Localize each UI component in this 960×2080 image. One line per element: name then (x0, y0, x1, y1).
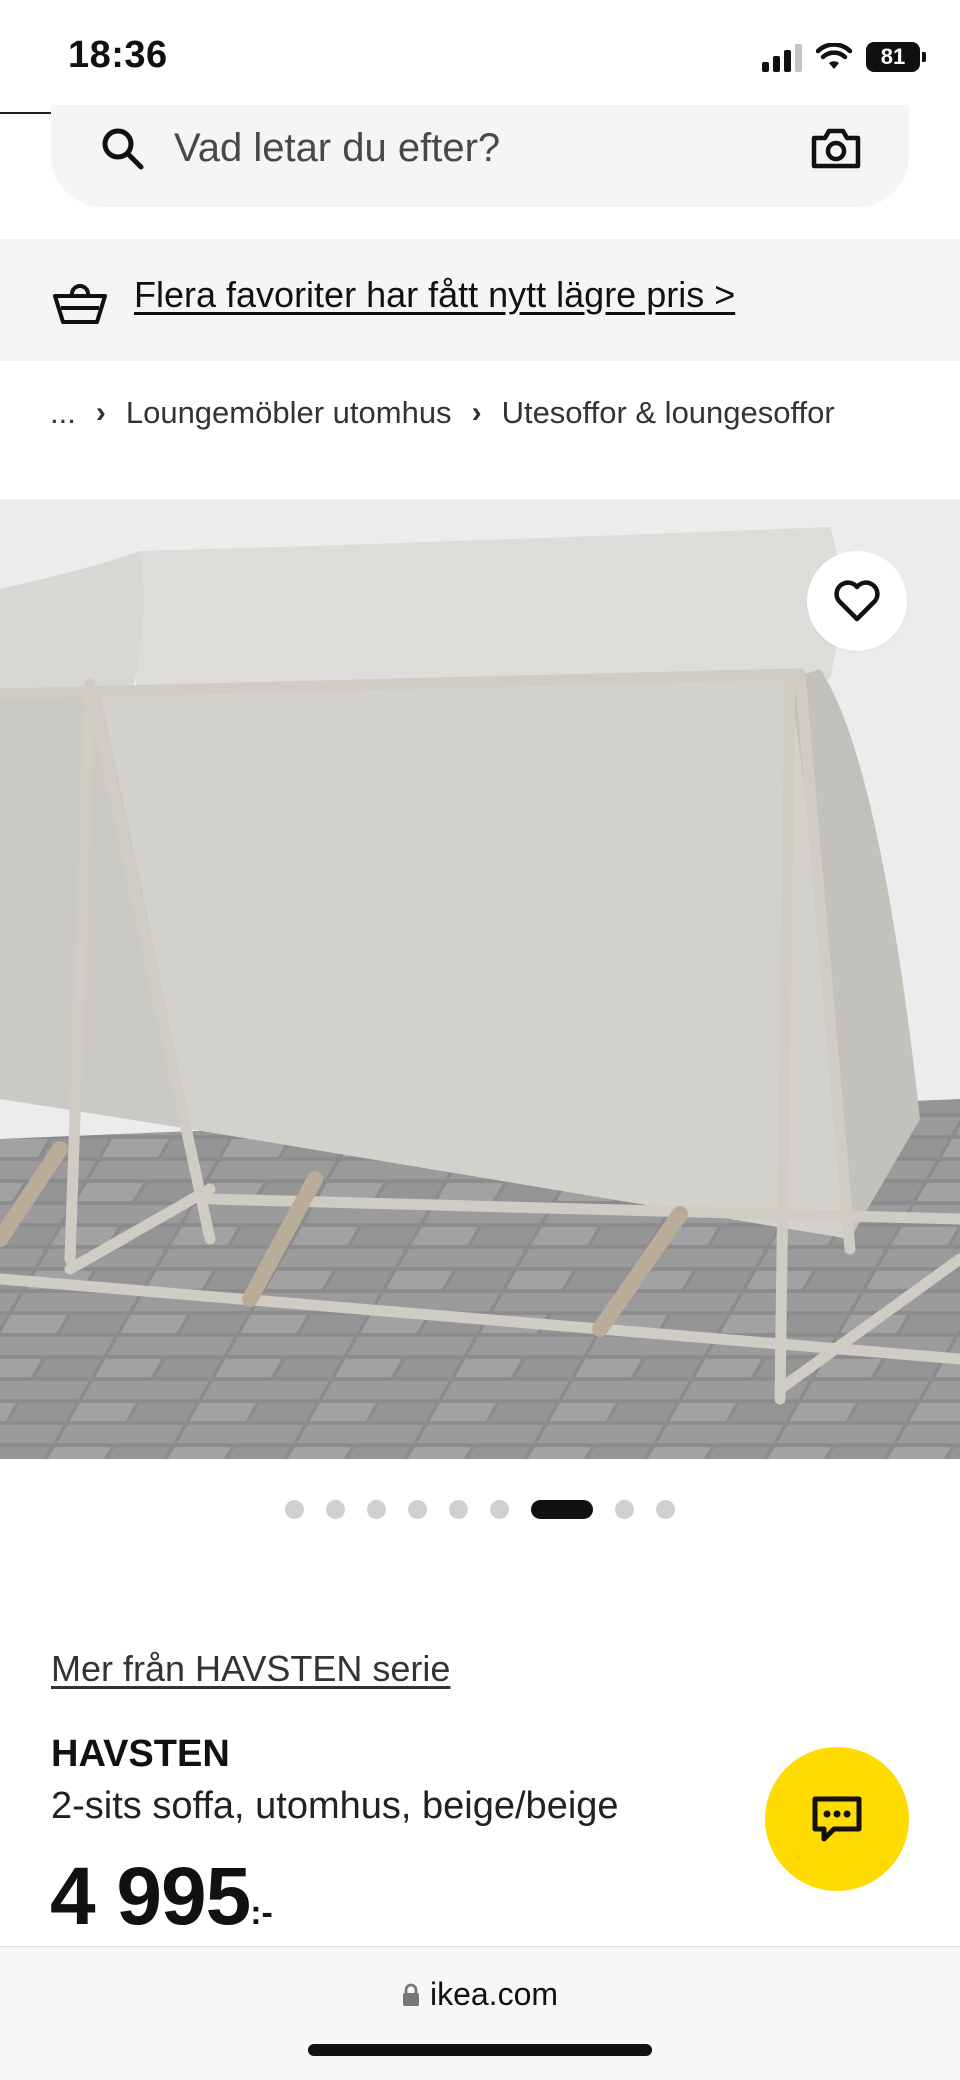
promo-link[interactable]: Flera favoriter har fått nytt lägre pris… (134, 274, 735, 316)
carousel-dot[interactable] (490, 1500, 509, 1519)
carousel-dot[interactable] (656, 1500, 675, 1519)
series-link[interactable]: Mer från HAVSTEN serie (51, 1648, 450, 1690)
url-display[interactable]: ikea.com (0, 1976, 960, 2013)
browser-url-bar[interactable] (0, 1946, 960, 2080)
carousel-dots[interactable] (0, 1500, 960, 1519)
lock-icon (402, 1983, 419, 2006)
carousel-dot[interactable] (615, 1500, 634, 1519)
home-indicator (308, 2044, 652, 2056)
carousel-dot[interactable] (367, 1500, 386, 1519)
status-time: 18:36 (68, 34, 168, 76)
breadcrumb-item-lounge[interactable]: Loungemöbler utomhus (126, 395, 452, 431)
carousel-dot[interactable] (449, 1500, 468, 1519)
search-icon[interactable] (98, 124, 146, 172)
signal-icon (762, 42, 802, 72)
carousel-dot[interactable] (285, 1500, 304, 1519)
carousel-dot[interactable] (408, 1500, 427, 1519)
chat-button[interactable] (765, 1747, 909, 1891)
camera-icon[interactable] (810, 124, 862, 172)
search-input[interactable] (174, 122, 774, 174)
price-value: 4 995 (50, 1851, 251, 1942)
battery-icon: 81 (866, 42, 926, 72)
product-name: HAVSTEN (51, 1733, 230, 1775)
product-price: 4 995:- (50, 1850, 273, 1944)
carousel-dot[interactable] (326, 1500, 345, 1519)
url-text: ikea.com (429, 1976, 559, 2012)
product-image[interactable] (0, 499, 960, 1459)
chevron-right-icon: › (95, 396, 106, 429)
wifi-icon (816, 43, 852, 69)
product-description: 2-sits soffa, utomhus, beige/beige (51, 1785, 619, 1827)
price-suffix: :- (250, 1894, 273, 1932)
breadcrumb-item-ellipsis[interactable]: ... (50, 395, 76, 431)
carousel-dot-active[interactable] (531, 1500, 593, 1519)
basket-icon (53, 284, 107, 324)
breadcrumb-item-sofas[interactable]: Utesoffor & loungesoffor (502, 395, 835, 431)
favorite-button[interactable] (807, 551, 907, 651)
chat-icon (812, 1796, 862, 1842)
heart-icon (834, 580, 880, 622)
breadcrumb: ... › Loungemöbler utomhus › Utesoffor &… (50, 395, 835, 431)
status-icons: 81 (762, 40, 926, 74)
chevron-right-icon: › (471, 396, 482, 429)
